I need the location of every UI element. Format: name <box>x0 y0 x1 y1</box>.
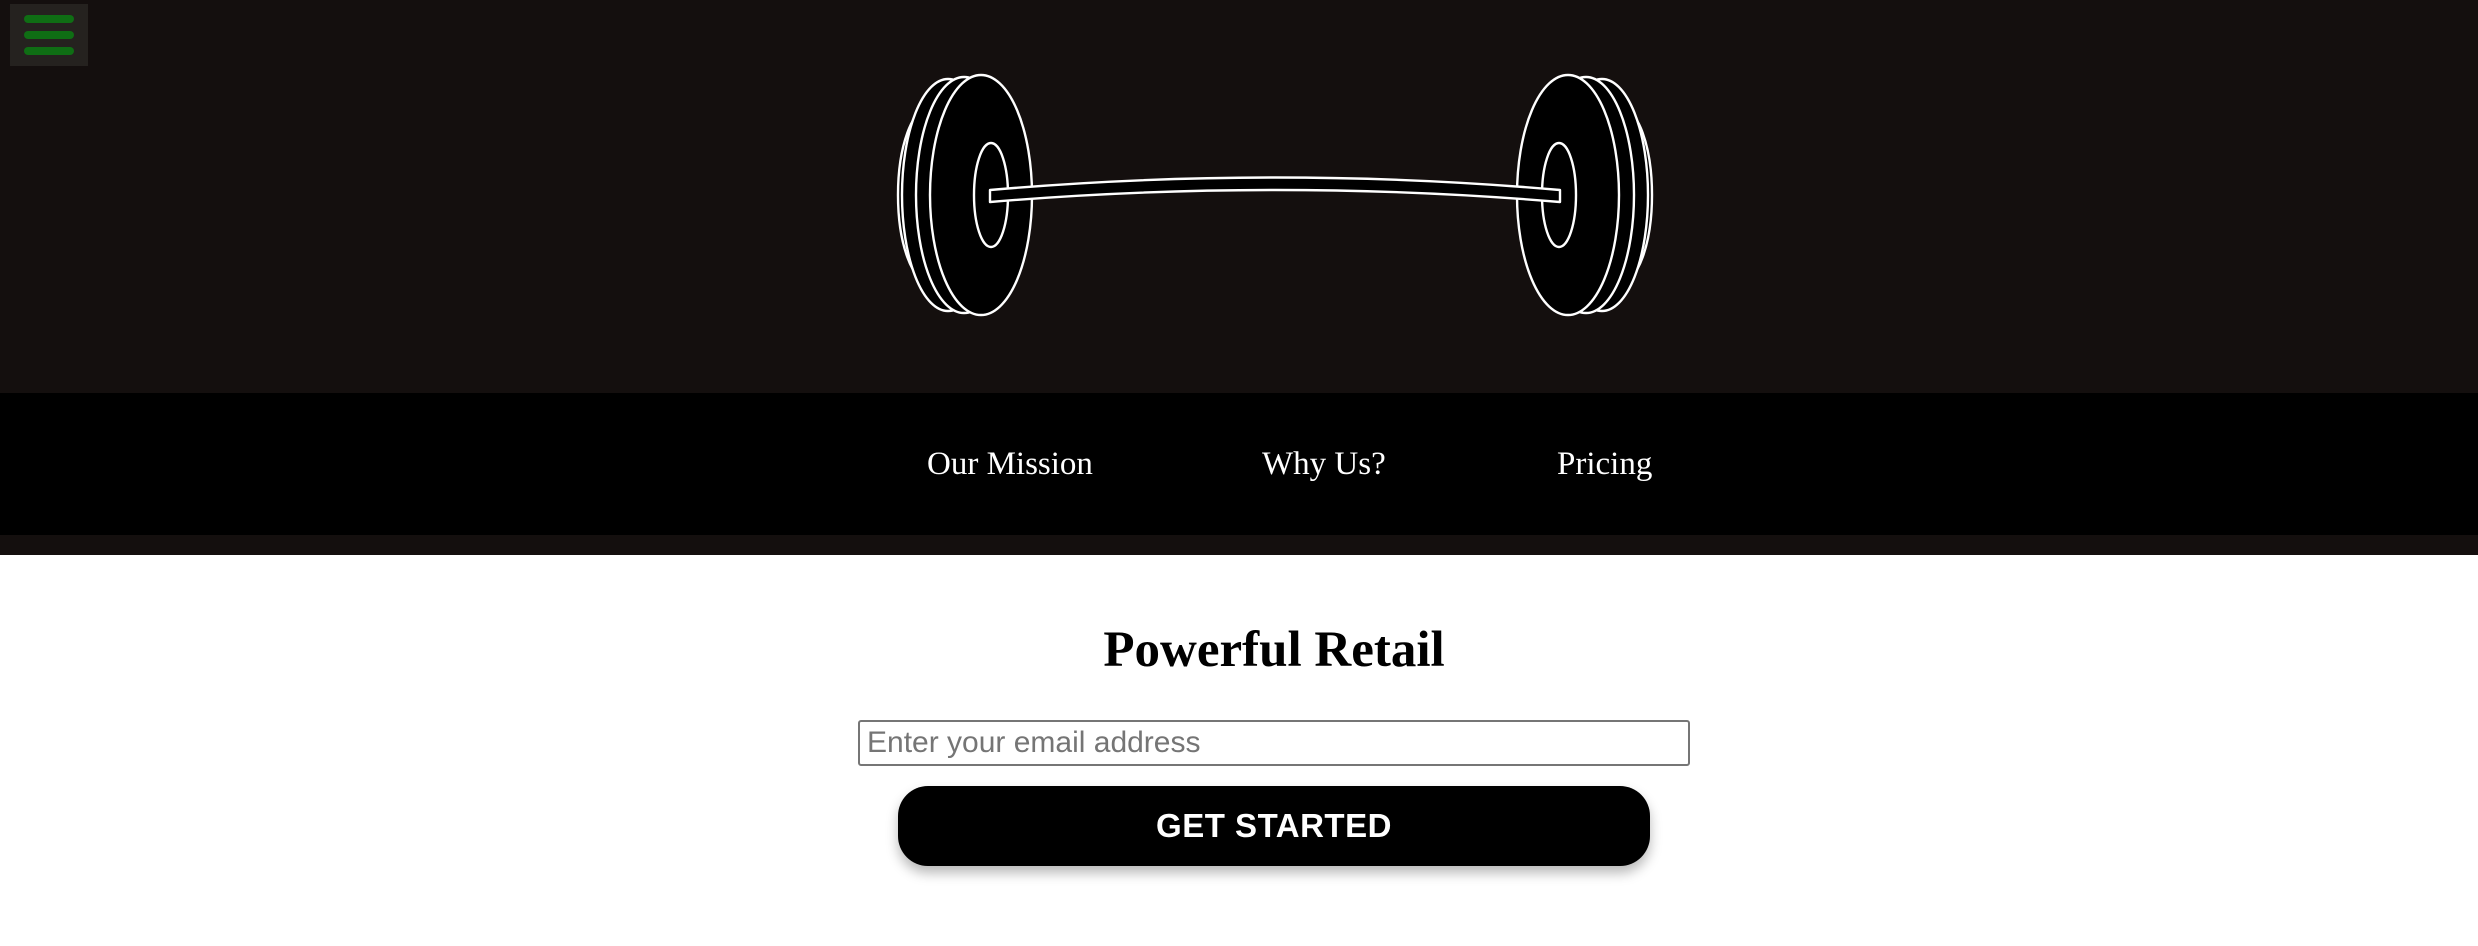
barbell-icon <box>896 73 1654 317</box>
hamburger-menu-button[interactable] <box>10 4 88 66</box>
menu-bar <box>24 31 74 39</box>
menu-bar <box>24 15 74 23</box>
get-started-button[interactable]: GET STARTED <box>898 786 1650 866</box>
menu-bar <box>24 47 74 55</box>
main-navigation: Our Mission Why Us? Pricing <box>0 393 2478 535</box>
nav-item-why-us[interactable]: Why Us? <box>1262 393 1386 535</box>
email-input[interactable] <box>858 720 1690 766</box>
nav-item-pricing[interactable]: Pricing <box>1557 393 1652 535</box>
hero-title: Powerful Retail <box>1103 622 1445 678</box>
nav-item-our-mission[interactable]: Our Mission <box>927 393 1093 535</box>
